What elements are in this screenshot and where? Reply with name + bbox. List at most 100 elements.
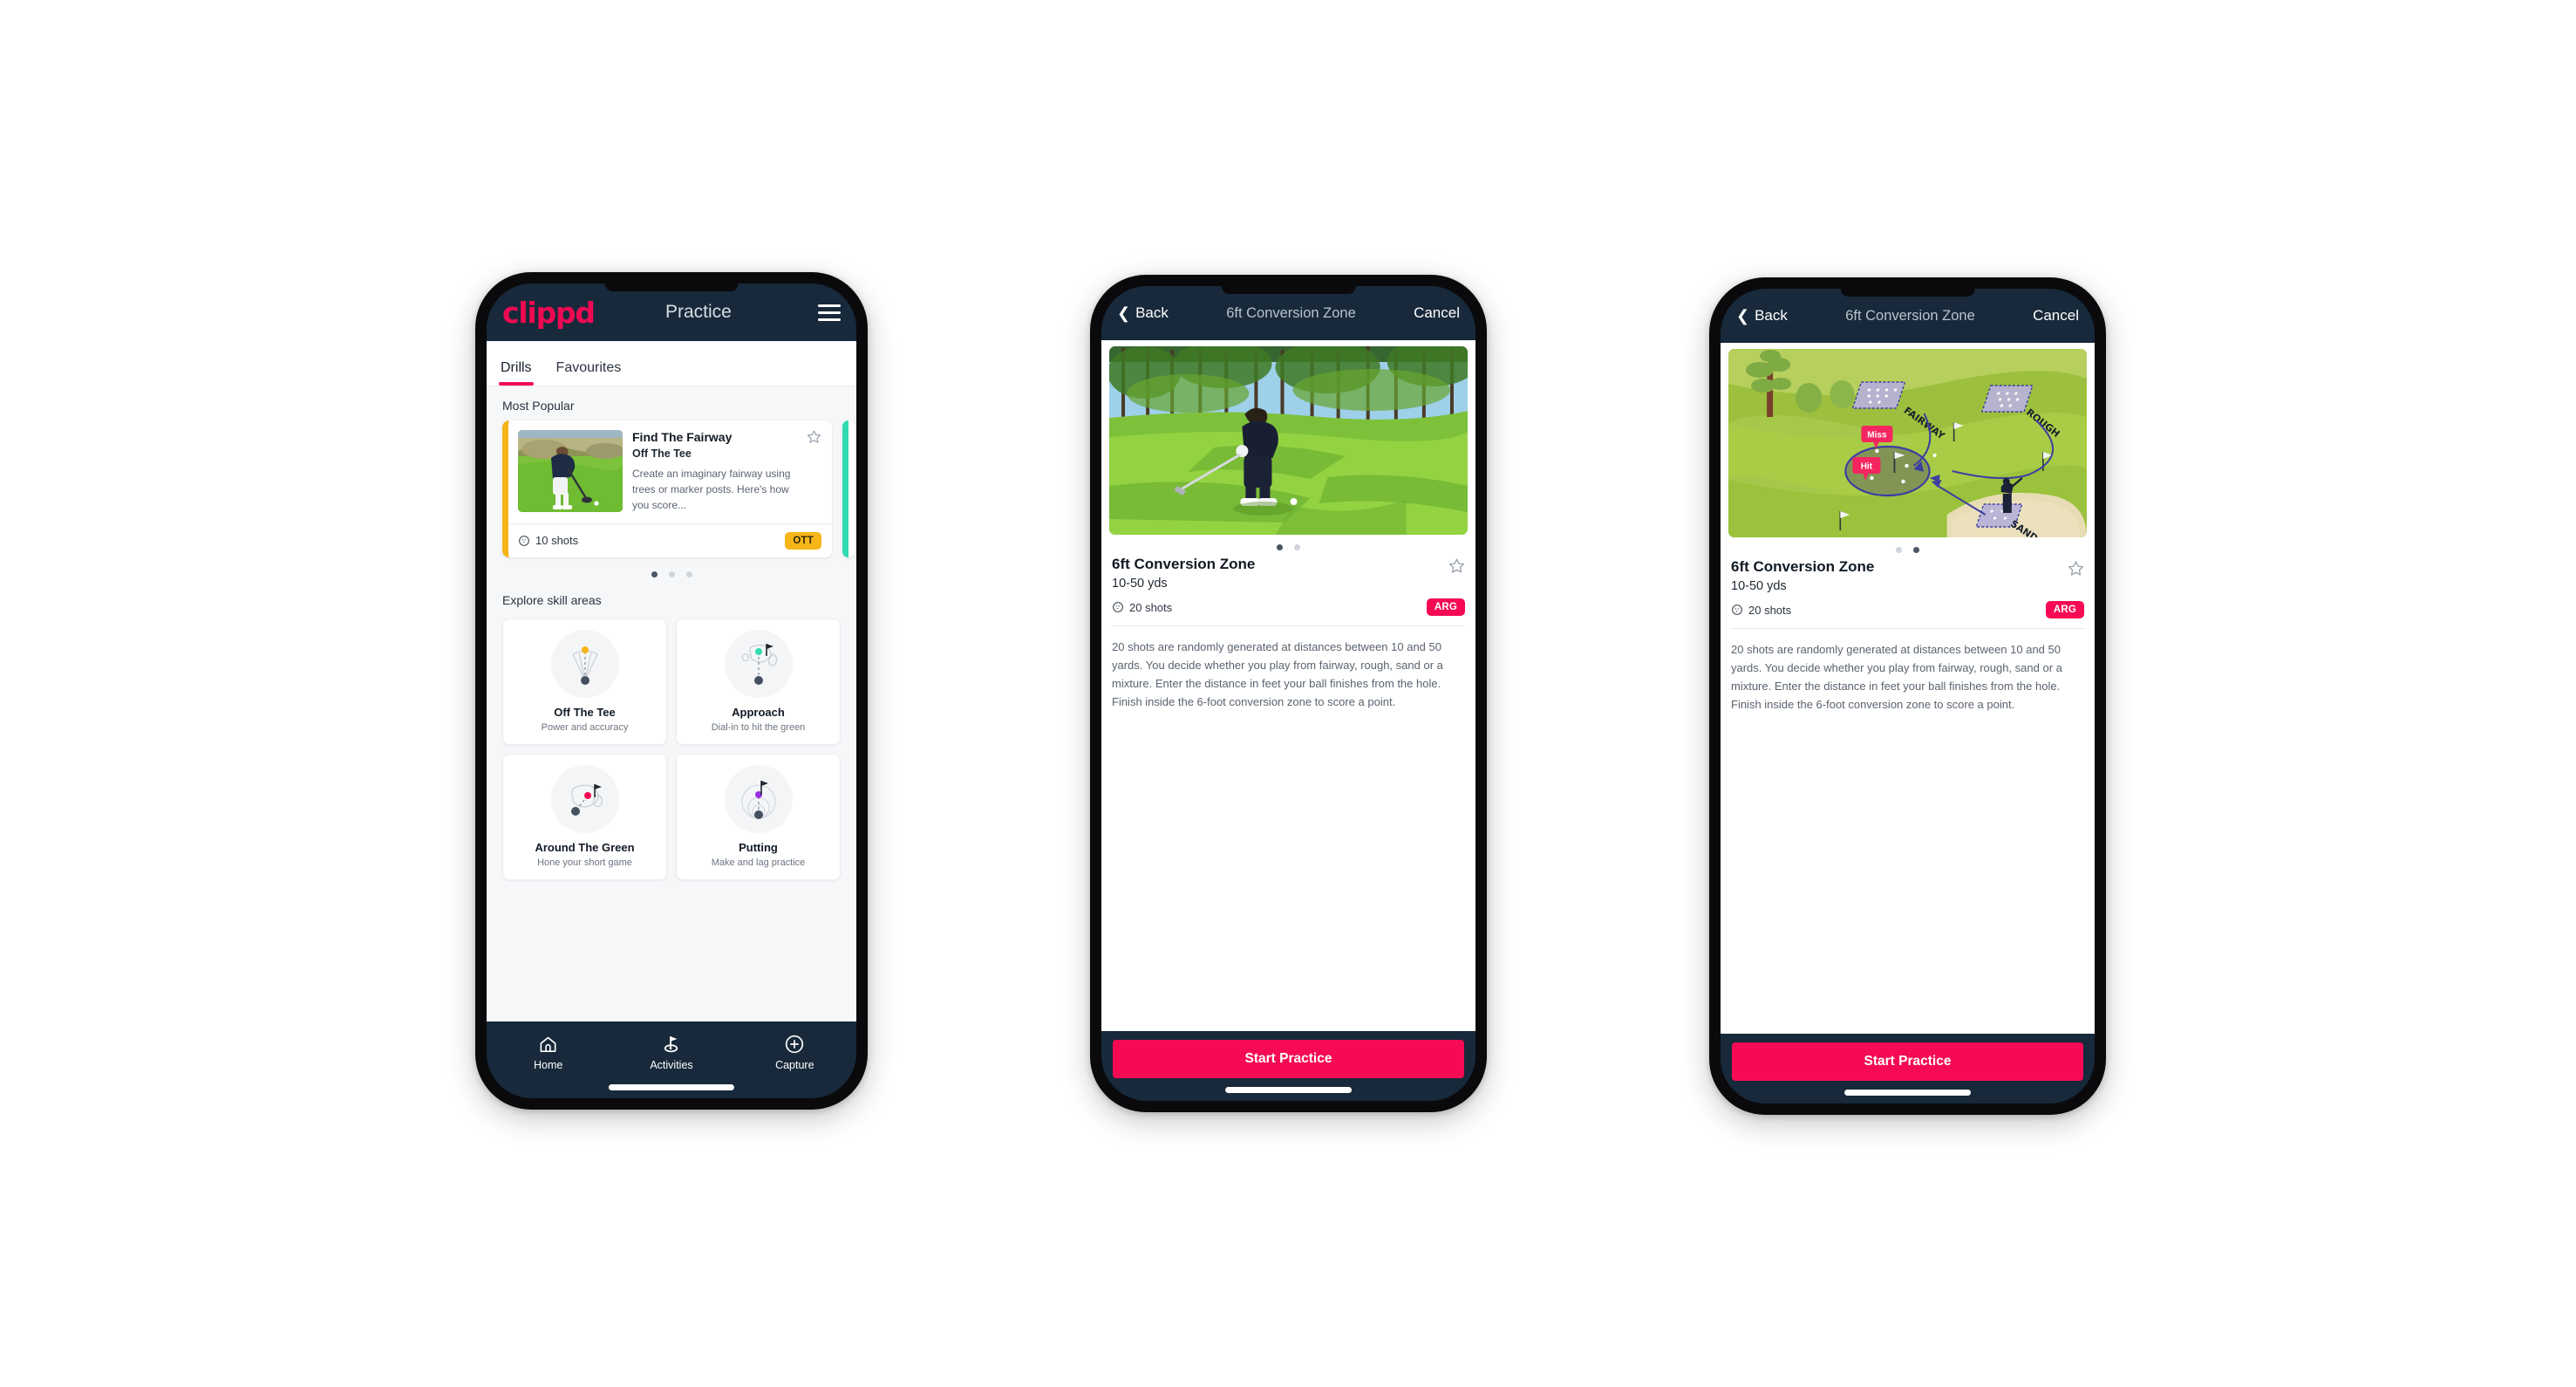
tab-drills[interactable]: Drills (499, 360, 541, 386)
home-indicator (608, 1084, 735, 1090)
skill-desc: Hone your short game (537, 857, 632, 868)
drill-badge-arg: ARG (2045, 601, 2084, 618)
carousel-dot-1[interactable] (651, 571, 658, 577)
drill-shots-label: 20 shots (1129, 600, 1173, 614)
back-button[interactable]: ❮ Back (1117, 304, 1169, 322)
ball-icon (519, 535, 529, 546)
modal-topbar: ❮ Back 6ft Conversion Zone Cancel (1101, 286, 1475, 340)
drill-description: 20 shots are randomly generated at dista… (1112, 640, 1443, 709)
phone-mockup-drill-detail-photo: ❮ Back 6ft Conversion Zone Cancel 6ft Co… (1090, 275, 1487, 1112)
skill-desc: Dial-in to hit the green (711, 721, 806, 733)
drill-detail-body: FAIRWAY ROUGH SAND Miss Hit 6ft Conversi… (1721, 343, 2095, 1034)
home-icon (487, 1033, 610, 1056)
nav-item-home[interactable]: Home (487, 1033, 610, 1071)
drill-category: Off The Tee (632, 447, 692, 460)
drill-shots: 10 shots (518, 534, 578, 547)
device-notch (1840, 289, 1975, 297)
ball-icon (1732, 605, 1742, 615)
device-notch (604, 284, 739, 291)
tee-fan-icon (550, 629, 619, 698)
drill-detail: 6ft Conversion Zone 10-50 yds 20 shots A… (1721, 558, 2095, 629)
drill-detail-body: 6ft Conversion Zone 10-50 yds 20 shots A… (1101, 340, 1475, 1031)
media-dot-1[interactable] (1896, 547, 1902, 553)
nav-label: Home (533, 1059, 563, 1071)
drill-description: 20 shots are randomly generated at dista… (1731, 643, 2062, 712)
skill-name: Around The Green (535, 840, 635, 854)
modal-title: 6ft Conversion Zone (1226, 304, 1356, 321)
cancel-button[interactable]: Cancel (1414, 304, 1460, 322)
skill-card-off-the-tee[interactable]: Off The Tee Power and accuracy (502, 618, 667, 745)
carousel-dot-3[interactable] (685, 571, 692, 577)
drill-description: Create an imaginary fairway using trees … (632, 467, 791, 511)
page-title: Practice (665, 302, 732, 322)
nav-label: Capture (775, 1059, 814, 1071)
drill-shots: 20 shots (1731, 604, 1791, 617)
screenshot-canvas: clippd Practice Drills Favourites Most P… (0, 0, 2576, 1387)
star-outline-icon[interactable] (807, 429, 821, 444)
drill-badge-arg: ARG (1426, 598, 1465, 616)
drill-shots-label: 20 shots (1748, 603, 1792, 617)
golfer-chipping-photo[interactable] (1109, 346, 1468, 535)
golf-flag-icon (610, 1033, 733, 1056)
chevron-left-icon: ❮ (1117, 304, 1131, 322)
drill-title: 6ft Conversion Zone (1731, 558, 1875, 575)
skill-card-around-the-green[interactable]: Around The Green Hone your short game (502, 753, 667, 880)
nav-item-capture[interactable]: Capture (733, 1033, 856, 1071)
cancel-button[interactable]: Cancel (2033, 307, 2079, 325)
chevron-left-icon: ❮ (1736, 307, 1750, 325)
skill-name: Putting (739, 840, 778, 854)
tab-bar: Drills Favourites (487, 341, 856, 386)
start-practice-button[interactable]: Start Practice (1732, 1042, 2083, 1081)
media-dot-2[interactable] (1913, 547, 1919, 553)
drill-title: Find The Fairway (632, 430, 733, 444)
chip-green-icon (550, 764, 619, 833)
skill-card-putting[interactable]: Putting Make and lag practice (676, 753, 841, 880)
ball-icon (1113, 602, 1123, 612)
carousel-dot-2[interactable] (668, 571, 675, 577)
skill-desc: Power and accuracy (541, 721, 629, 733)
drill-shots-label: 10 shots (535, 534, 579, 548)
nav-label: Activities (650, 1059, 693, 1071)
skill-area-grid: Off The Tee Power and accuracy Approach … (487, 615, 856, 889)
drill-shots: 20 shots (1112, 601, 1172, 614)
nav-item-activities[interactable]: Activities (610, 1033, 733, 1071)
drill-distance: 10-50 yds (1731, 579, 1787, 593)
back-button[interactable]: ❮ Back (1736, 307, 1788, 325)
skill-name: Approach (732, 705, 785, 719)
plus-circle-icon (733, 1033, 856, 1056)
drill-carousel[interactable]: Find The Fairway Off The Tee Create an i… (487, 420, 856, 557)
clippd-logo: clippd (502, 295, 596, 330)
media-carousel-dots[interactable] (1721, 537, 2095, 558)
drill-card-next-peek[interactable] (842, 420, 855, 557)
skill-desc: Make and lag practice (711, 857, 806, 868)
approach-green-icon (724, 629, 793, 698)
tab-favourites[interactable]: Favourites (556, 360, 630, 386)
media-dot-2[interactable] (1294, 544, 1300, 550)
section-title-most-popular: Most Popular (502, 399, 575, 413)
start-practice-button[interactable]: Start Practice (1113, 1040, 1464, 1078)
svg-text:Miss: Miss (1867, 431, 1887, 441)
phone-mockup-practice-list: clippd Practice Drills Favourites Most P… (475, 272, 868, 1110)
modal-title: 6ft Conversion Zone (1845, 307, 1975, 324)
course-zones-diagram[interactable]: FAIRWAY ROUGH SAND Miss Hit (1728, 349, 2087, 537)
app-topbar: clippd Practice (487, 284, 856, 341)
drill-thumbnail (518, 430, 623, 512)
media-dot-1[interactable] (1277, 544, 1283, 550)
star-outline-icon[interactable] (1448, 556, 1465, 574)
drill-badge-ott: OTT (785, 531, 821, 550)
skill-name: Off The Tee (554, 705, 616, 719)
drill-card-find-the-fairway[interactable]: Find The Fairway Off The Tee Create an i… (502, 420, 832, 557)
skill-card-approach[interactable]: Approach Dial-in to hit the green (676, 618, 841, 745)
carousel-dots[interactable] (487, 557, 856, 581)
back-label: Back (1755, 307, 1788, 324)
modal-topbar: ❮ Back 6ft Conversion Zone Cancel (1721, 289, 2095, 343)
media-carousel-dots[interactable] (1101, 535, 1475, 556)
practice-content: Most Popular Find The Fairway Off The Te… (487, 386, 856, 1021)
phone-mockup-drill-detail-diagram: ❮ Back 6ft Conversion Zone Cancel FAIRWA… (1709, 277, 2106, 1115)
drill-title: 6ft Conversion Zone (1112, 556, 1256, 572)
hamburger-icon[interactable] (818, 304, 841, 321)
section-title-explore: Explore skill areas (502, 592, 602, 607)
drill-distance: 10-50 yds (1112, 577, 1168, 591)
star-outline-icon[interactable] (2068, 558, 2084, 577)
putting-rings-icon (724, 764, 793, 833)
